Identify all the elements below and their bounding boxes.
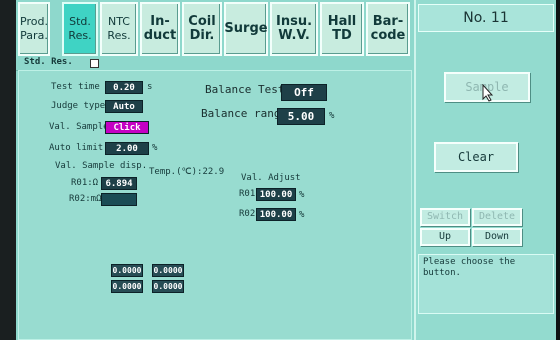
- tab-label-line2: Dir.: [189, 28, 215, 43]
- grid-value-3: 0.0000: [111, 280, 143, 293]
- tab-std-res[interactable]: Std. Res.: [62, 2, 98, 56]
- r02-value: [101, 193, 137, 206]
- monitor-bezel: [556, 0, 560, 340]
- temperature-label: Temp.(℃):22.9: [149, 167, 225, 177]
- val-adjust-label: Val. Adjust: [241, 173, 301, 183]
- adj-r02-unit: %: [299, 210, 305, 220]
- grid-value-1: 0.0000: [111, 264, 143, 277]
- tab-label-line2: TD: [332, 28, 352, 43]
- tab-label-line2: duct: [143, 28, 177, 43]
- tab-label-line1: In-: [150, 14, 170, 29]
- tab-label-line1: Prod.: [20, 15, 48, 28]
- tab-insu-wv[interactable]: Insu. W.V.: [270, 2, 318, 56]
- auto-limit-field[interactable]: 2.00: [105, 142, 149, 155]
- tab-label-line2: code: [370, 28, 406, 43]
- tab-surge[interactable]: Surge: [224, 2, 268, 56]
- balance-range-label: Balance range: [201, 107, 288, 120]
- hmi-screen: Prod. Para. Std. Res. NTC Res. In- duct …: [16, 0, 556, 340]
- tab-label-line2: Res.: [107, 29, 131, 42]
- val-sample-click-button[interactable]: Click: [105, 121, 149, 134]
- tab-label-line1: Std.: [69, 15, 91, 28]
- switch-button[interactable]: Switch: [420, 208, 470, 226]
- auto-limit-unit: %: [152, 143, 158, 153]
- tab-prod-para[interactable]: Prod. Para.: [18, 2, 50, 56]
- balance-range-unit: %: [329, 111, 335, 121]
- message-box: Please choose the button.: [418, 254, 554, 314]
- down-button[interactable]: Down: [472, 228, 522, 246]
- tab-label-line1: Hall: [327, 14, 357, 29]
- tab-label-line2: Res.: [68, 29, 92, 42]
- tab-label-line1: Insu.: [275, 14, 313, 29]
- tab-barcode[interactable]: Bar- code: [366, 2, 410, 56]
- settings-panel: Test time 0.20 s Judge type Auto Val. Sa…: [18, 70, 412, 340]
- test-time-label: Test time: [51, 82, 100, 92]
- adj-r01-label: R01: [239, 189, 256, 199]
- test-time-unit: s: [147, 82, 153, 92]
- tab-coil-dir[interactable]: Coil Dir.: [182, 2, 222, 56]
- tab-label-line2: Para.: [20, 29, 48, 42]
- tab-label-line1: Surge: [224, 21, 268, 36]
- panel-checkbox[interactable]: [90, 59, 99, 68]
- adj-r01-unit: %: [299, 190, 305, 200]
- balance-test-field[interactable]: Off: [281, 84, 327, 101]
- balance-test-label: Balance Test: [205, 83, 285, 96]
- tab-hall-td[interactable]: Hall TD: [320, 2, 364, 56]
- adj-r01-field[interactable]: 100.00: [256, 188, 296, 201]
- mouse-pointer-icon: [482, 84, 494, 102]
- tab-label-line1: NTC: [108, 15, 130, 28]
- adj-r02-label: R02: [239, 209, 256, 219]
- auto-limit-label: Auto limit: [49, 143, 104, 153]
- val-sample-disp-label: Val. Sample disp.: [55, 161, 148, 171]
- judge-type-label: Judge type: [51, 101, 106, 111]
- tab-label-line1: Bar-: [372, 14, 404, 29]
- right-panel: No. 11 Sample Clear Switch Delete Up Dow…: [414, 0, 556, 340]
- station-number: No. 11: [418, 4, 554, 32]
- grid-value-4: 0.0000: [152, 280, 184, 293]
- balance-range-field[interactable]: 5.00: [277, 108, 325, 125]
- clear-button[interactable]: Clear: [434, 142, 518, 172]
- r02-label: R02:mΩ: [69, 194, 102, 204]
- judge-type-field[interactable]: Auto: [105, 100, 143, 113]
- delete-button[interactable]: Delete: [472, 208, 522, 226]
- tab-induct[interactable]: In- duct: [140, 2, 180, 56]
- test-time-field[interactable]: 0.20: [105, 81, 143, 94]
- up-button[interactable]: Up: [420, 228, 470, 246]
- val-sample-label: Val. Sample: [49, 122, 109, 132]
- r01-value: 6.894: [101, 177, 137, 190]
- panel-header: Std. Res.: [16, 56, 410, 71]
- tab-label-line2: W.V.: [278, 28, 310, 43]
- tab-ntc-res[interactable]: NTC Res.: [100, 2, 138, 56]
- tab-label-line1: Coil: [188, 14, 216, 29]
- adj-r02-field[interactable]: 100.00: [256, 208, 296, 221]
- r01-label: R01:Ω: [71, 178, 99, 188]
- panel-title: Std. Res.: [24, 57, 73, 67]
- grid-value-2: 0.0000: [152, 264, 184, 277]
